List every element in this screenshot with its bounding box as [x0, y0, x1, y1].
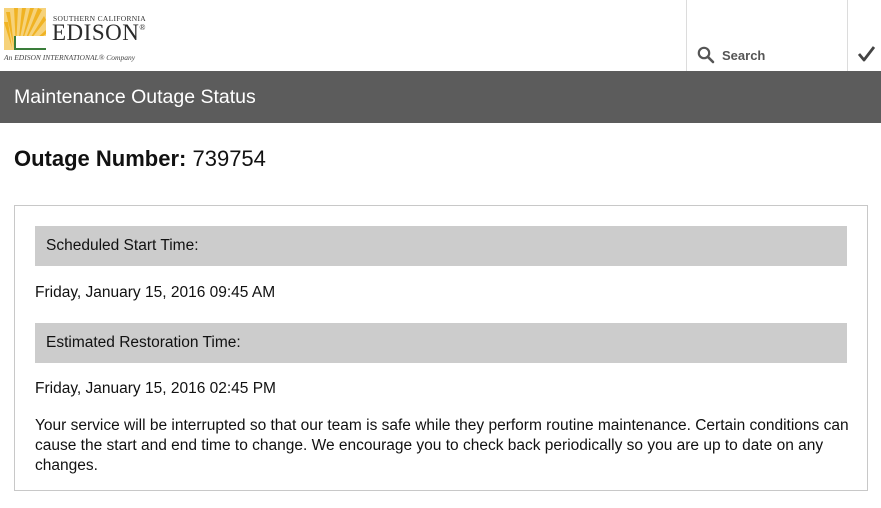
- outage-number-heading: Outage Number: 739754: [14, 146, 266, 172]
- checkmark-icon: [857, 46, 876, 62]
- edison-logo[interactable]: SOUTHERN CALIFORNIA EDISON® An EDISON IN…: [4, 6, 174, 64]
- sun-logo-icon: [4, 8, 46, 50]
- page-title: Maintenance Outage Status: [14, 86, 256, 108]
- start-time-header: Scheduled Start Time:: [35, 226, 847, 266]
- start-time-value: Friday, January 15, 2016 09:45 AM: [35, 284, 276, 301]
- restoration-time-value: Friday, January 15, 2016 02:45 PM: [35, 380, 276, 397]
- submit-button[interactable]: [849, 0, 881, 71]
- outage-message: Your service will be interrupted so that…: [35, 417, 849, 474]
- page-titlebar: Maintenance Outage Status: [0, 71, 881, 123]
- outage-number-value: 739754: [192, 146, 266, 171]
- outage-details-card: Scheduled Start Time: Friday, January 15…: [14, 205, 868, 491]
- outage-number-label: Outage Number:: [14, 146, 187, 171]
- search-label: Search: [722, 48, 766, 63]
- search-icon: [697, 46, 715, 64]
- site-header: SOUTHERN CALIFORNIA EDISON® An EDISON IN…: [0, 0, 881, 71]
- logo-tagline: An EDISON INTERNATIONAL® Company: [4, 53, 136, 62]
- logo-wordmark: EDISON®: [52, 20, 146, 45]
- restoration-time-header: Estimated Restoration Time:: [35, 323, 847, 363]
- start-time-label: Scheduled Start Time:: [46, 237, 199, 254]
- search-button[interactable]: Search: [686, 0, 848, 71]
- restoration-time-label: Estimated Restoration Time:: [46, 334, 241, 351]
